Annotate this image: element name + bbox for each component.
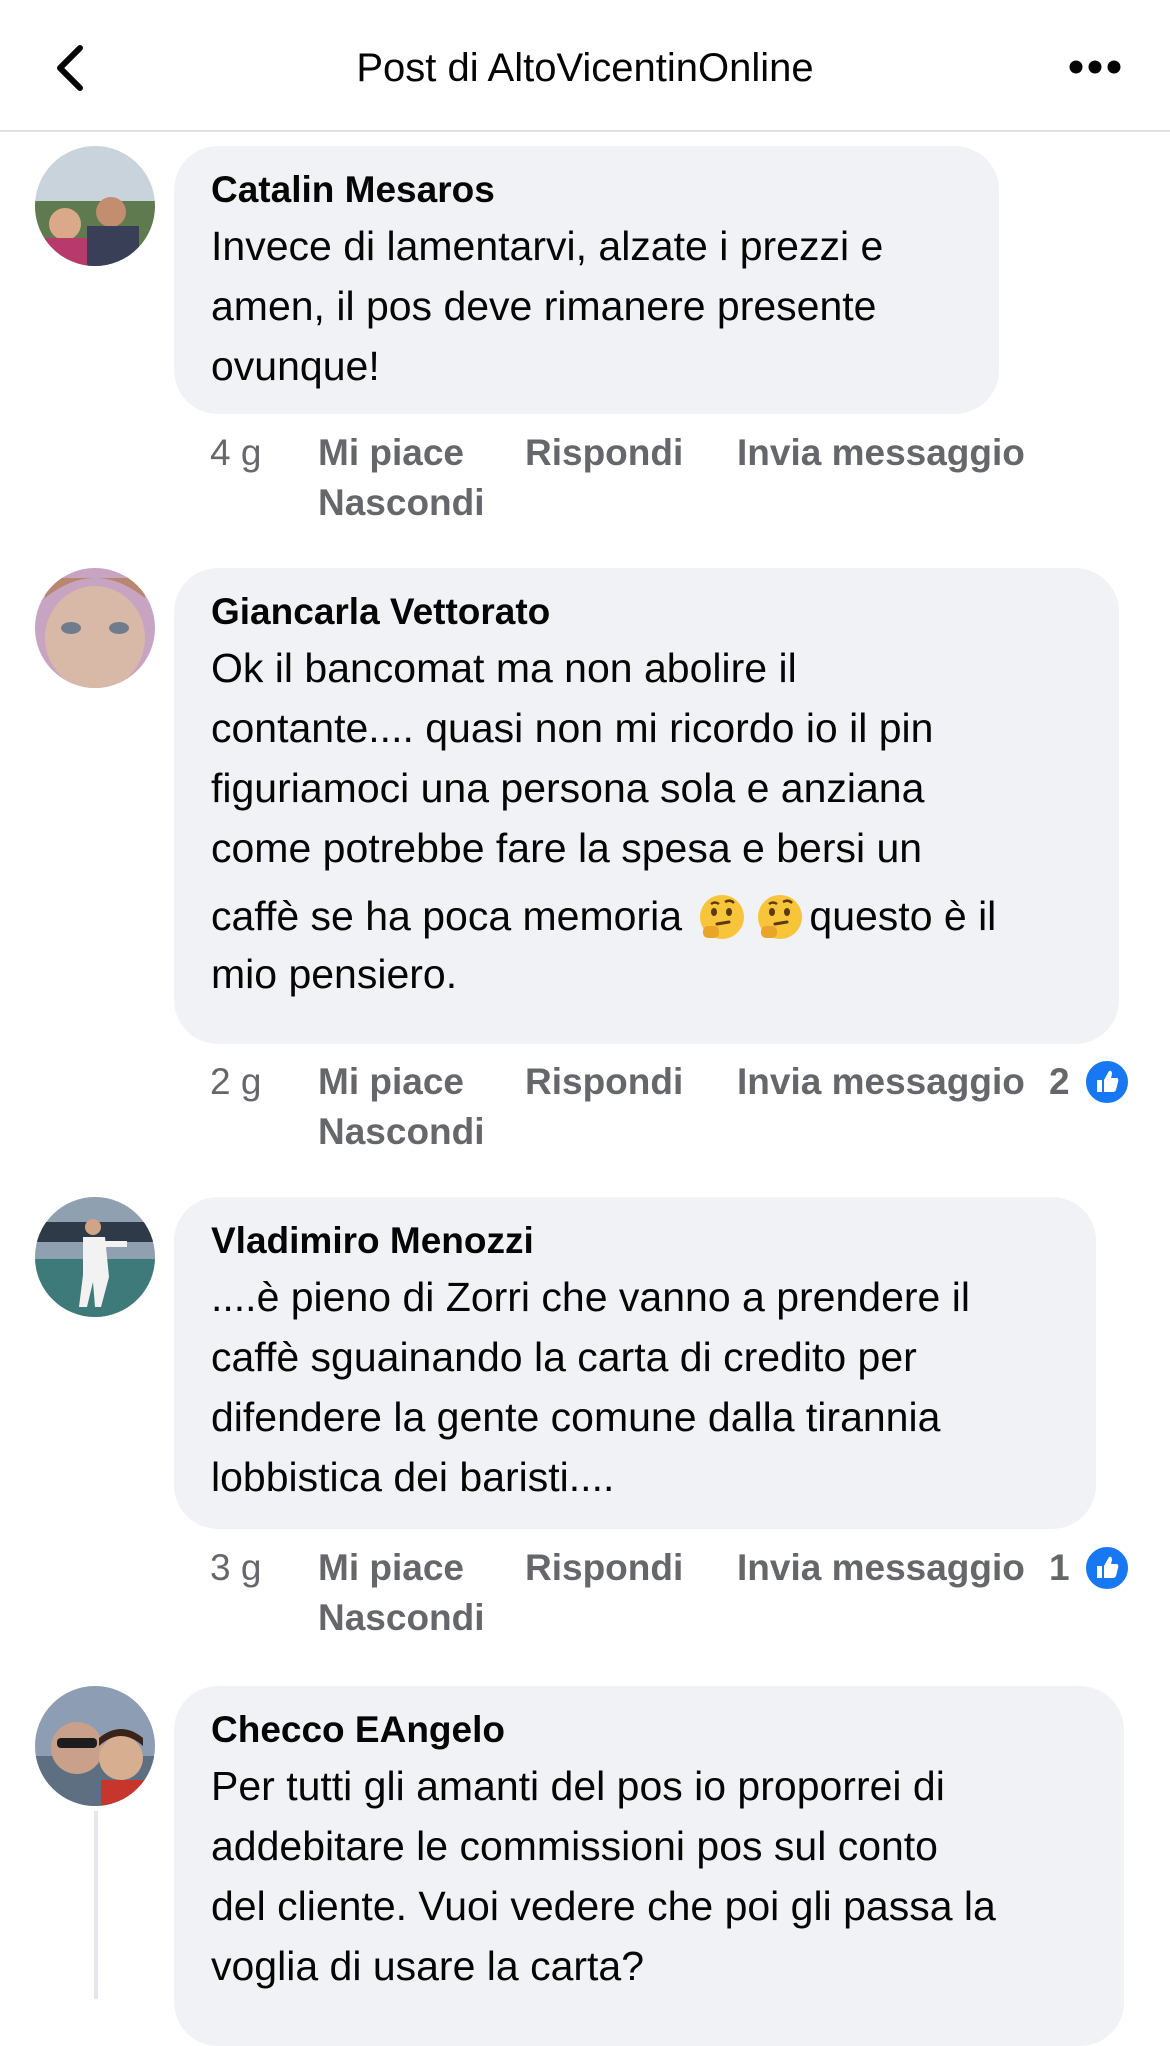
comment-line: Per tutti gli amanti del pos io proporre… — [211, 1763, 945, 1809]
comment-line: del cliente. Vuoi vedere che poi gli pas… — [211, 1883, 996, 1929]
hide-link[interactable]: Nascondi — [318, 478, 485, 528]
comment-author[interactable]: Catalin Mesaros — [211, 168, 965, 212]
comment-line: caffè se ha poca memoria questo è il — [211, 878, 1085, 954]
hide-link[interactable]: Nascondi — [318, 1107, 485, 1157]
comment-line: come potrebbe fare la spesa e bersi un — [211, 825, 923, 871]
like-link[interactable]: Mi piace — [318, 1057, 464, 1107]
comment-bubble[interactable]: Giancarla Vettorato Ok il bancomat ma no… — [174, 568, 1119, 1044]
thinking-face-emoji — [758, 895, 803, 939]
comment-line: Invece di lamentarvi, alzate i prezzi e — [211, 223, 884, 269]
like-link[interactable]: Mi piace — [318, 428, 464, 478]
like-count[interactable]: 2 — [1049, 1057, 1070, 1107]
like-link[interactable]: Mi piace — [318, 1543, 464, 1593]
comment-line: ....è pieno di Zorri che vanno a prender… — [211, 1274, 970, 1320]
comment-line: voglia di usare la carta? — [211, 1943, 645, 1989]
reply-link[interactable]: Rispondi — [525, 1057, 683, 1107]
reply-link[interactable]: Rispondi — [525, 428, 683, 478]
comment-text: Invece di lamentarvi, alzate i prezzi e … — [211, 216, 965, 396]
like-count[interactable]: 1 — [1049, 1543, 1070, 1593]
avatar[interactable] — [35, 1197, 155, 1317]
comment-line: ovunque! — [211, 343, 380, 389]
avatar[interactable] — [35, 568, 155, 688]
comment-text: Per tutti gli amanti del pos io proporre… — [211, 1756, 1090, 1996]
like-reaction-icon[interactable] — [1083, 1544, 1131, 1592]
avatar[interactable] — [35, 1686, 155, 1806]
comment-bubble[interactable]: Vladimiro Menozzi ....è pieno di Zorri c… — [174, 1197, 1096, 1529]
like-reaction-icon[interactable] — [1083, 1058, 1131, 1106]
comment-line: figuriamoci una persona sola e anziana — [211, 765, 925, 811]
comment-text: Ok il bancomat ma non abolire il contant… — [211, 638, 1085, 1004]
comment-line: difendere la gente comune dalla tirannia — [211, 1394, 941, 1440]
message-link[interactable]: Invia messaggio — [737, 1543, 1025, 1593]
more-dots-icon[interactable] — [1068, 58, 1122, 76]
comment-author[interactable]: Vladimiro Menozzi — [211, 1219, 1062, 1263]
comment-line: lobbistica dei baristi.... — [211, 1454, 615, 1500]
comment-time[interactable]: 4 g — [210, 428, 261, 478]
comment-author[interactable]: Checco EAngelo — [211, 1708, 1090, 1752]
hide-link[interactable]: Nascondi — [318, 1593, 485, 1643]
comment-time[interactable]: 2 g — [210, 1057, 261, 1107]
comment-line: addebitare le commissioni pos sul conto — [211, 1823, 938, 1869]
comment-line: amen, il pos deve rimanere presente — [211, 283, 877, 329]
message-link[interactable]: Invia messaggio — [737, 1057, 1025, 1107]
comment-line: contante.... quasi non mi ricordo io il … — [211, 705, 934, 751]
comment-line: Ok il bancomat ma non abolire il — [211, 645, 797, 691]
message-link[interactable]: Invia messaggio — [737, 428, 1025, 478]
comment-line-part: caffè se ha poca memoria — [211, 893, 694, 939]
comment-bubble[interactable]: Checco EAngelo Per tutti gli amanti del … — [174, 1686, 1124, 2046]
avatar[interactable] — [35, 146, 155, 266]
thinking-face-emoji — [700, 895, 745, 939]
comment-bubble[interactable]: Catalin Mesaros Invece di lamentarvi, al… — [174, 146, 999, 414]
top-bar: Post di AltoVicentinOnline — [0, 0, 1170, 132]
comment-time[interactable]: 3 g — [210, 1543, 261, 1593]
comment-text: ....è pieno di Zorri che vanno a prender… — [211, 1267, 1062, 1507]
reply-thread-line — [94, 1811, 98, 1999]
reply-link[interactable]: Rispondi — [525, 1543, 683, 1593]
comment-line: caffè sguainando la carta di credito per — [211, 1334, 917, 1380]
comment-author[interactable]: Giancarla Vettorato — [211, 590, 1085, 634]
page-title: Post di AltoVicentinOnline — [356, 46, 814, 90]
comment-line-part: questo è il — [809, 893, 997, 939]
